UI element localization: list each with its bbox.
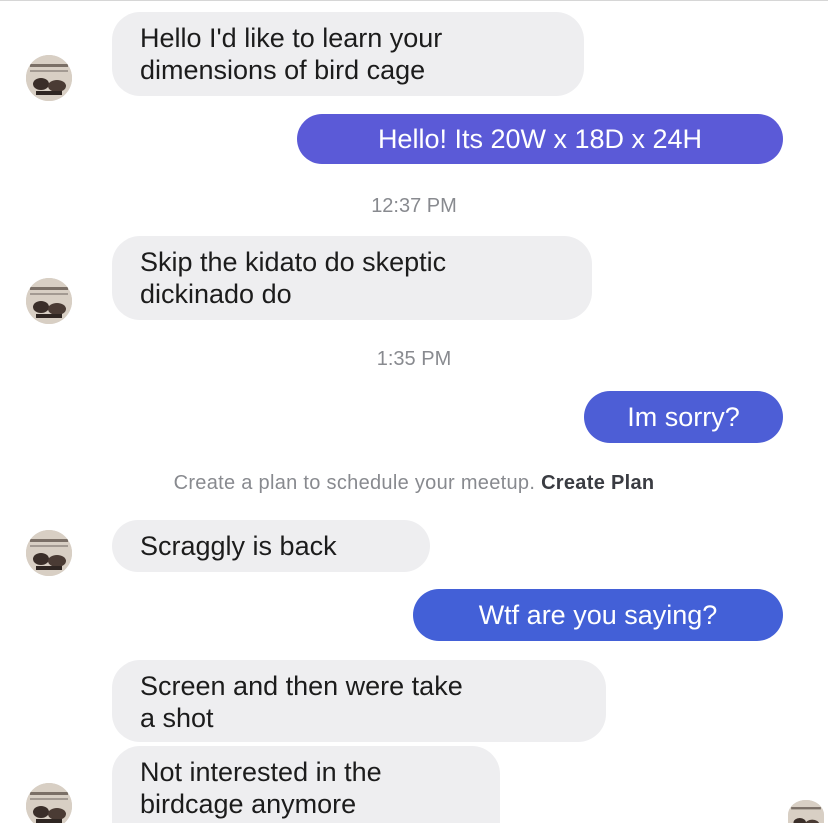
incoming-message[interactable]: Screen and then were take a shot bbox=[112, 660, 606, 742]
avatar-icon[interactable] bbox=[26, 55, 72, 101]
avatar-icon[interactable] bbox=[26, 530, 72, 576]
incoming-message[interactable]: Hello I'd like to learn your dimensions … bbox=[112, 12, 584, 96]
create-plan-link[interactable]: Create Plan bbox=[541, 472, 654, 494]
incoming-message[interactable]: Skip the kidato do skeptic dickinado do bbox=[112, 236, 592, 320]
avatar-icon[interactable] bbox=[26, 278, 72, 324]
top-divider bbox=[0, 0, 828, 1]
plan-prompt-text: Create a plan to schedule your meetup. bbox=[173, 472, 536, 494]
message-text-line: birdcage anymore bbox=[140, 789, 357, 819]
timestamp: 1:35 PM bbox=[376, 348, 452, 370]
incoming-message[interactable]: Not interested in the birdcage anymore bbox=[112, 746, 500, 823]
timestamp: 12:37 PM bbox=[371, 195, 457, 217]
message-text-line: Skip the kidato do skeptic bbox=[140, 247, 447, 277]
outgoing-message[interactable]: Im sorry? bbox=[584, 391, 783, 443]
message-text-line: a shot bbox=[140, 703, 214, 733]
message-text-line: Screen and then were take bbox=[140, 671, 463, 701]
message-text-line: dimensions of bird cage bbox=[140, 55, 426, 85]
message-text-line: Not interested in the bbox=[140, 757, 382, 787]
message-text-line: Hello I'd like to learn your bbox=[140, 23, 443, 53]
outgoing-message[interactable]: Wtf are you saying? bbox=[413, 589, 783, 641]
incoming-message[interactable]: Scraggly is back bbox=[112, 520, 430, 572]
message-text-line: dickinado do bbox=[140, 279, 292, 309]
chat-thread: Hello I'd like to learn your dimensions … bbox=[0, 0, 828, 823]
outgoing-message[interactable]: Hello! Its 20W x 18D x 24H bbox=[297, 114, 783, 164]
create-plan-prompt: Create a plan to schedule your meetup. C… bbox=[0, 472, 828, 495]
read-receipt-avatar-icon bbox=[788, 800, 824, 823]
avatar-icon[interactable] bbox=[26, 783, 72, 823]
